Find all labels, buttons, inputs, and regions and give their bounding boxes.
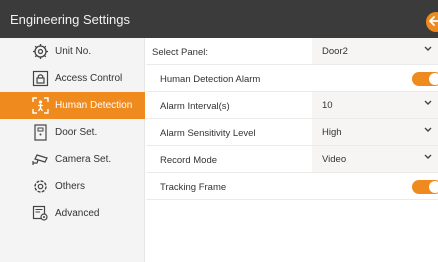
sidebar-item-label: Unit No. <box>55 46 92 57</box>
tracking-frame-label: Tracking Frame <box>160 182 227 193</box>
sidebar-item-access-control[interactable]: Access Control <box>0 65 145 92</box>
sensitivity-dropdown[interactable]: High <box>312 119 438 145</box>
chevron-down-icon <box>424 100 432 105</box>
alarm-interval-value: 10 <box>322 100 333 111</box>
alarm-interval-dropdown[interactable]: 10 <box>312 92 438 118</box>
toggle-knob <box>429 181 438 193</box>
sensitivity-label: Alarm Sensitivity Level <box>160 128 256 139</box>
sidebar-item-label: Others <box>55 181 86 192</box>
human-detection-icon <box>32 97 49 114</box>
toggle-knob <box>429 73 438 85</box>
chevron-down-icon <box>424 46 432 51</box>
sidebar-item-label: Door Set. <box>55 127 98 138</box>
title-bar: Engineering Settings <box>0 0 438 38</box>
sensitivity-value: High <box>322 127 342 138</box>
settings-panel: Select Panel: Door2 Human Detection Alar… <box>146 38 438 262</box>
chevron-down-icon <box>424 127 432 132</box>
select-panel-row: Select Panel: Door2 <box>146 38 438 65</box>
alarm-interval-label: Alarm Interval(s) <box>160 101 230 112</box>
camera-icon <box>32 154 48 165</box>
human-detection-alarm-label: Human Detection Alarm <box>160 74 261 85</box>
sidebar-item-human-detection[interactable]: Human Detection <box>0 92 145 119</box>
gear-icon <box>34 180 47 193</box>
sidebar-item-camera-set[interactable]: Camera Set. <box>0 146 145 173</box>
advanced-settings-icon <box>32 205 48 221</box>
tracking-frame-row: Tracking Frame <box>146 173 438 200</box>
page-title: Engineering Settings <box>10 12 130 27</box>
door-icon <box>34 124 47 141</box>
sidebar: Unit No. Access Control Human Detection … <box>0 38 145 262</box>
select-panel-label: Select Panel: <box>152 47 208 58</box>
human-detection-alarm-row: Human Detection Alarm <box>146 65 438 92</box>
sidebar-item-others[interactable]: Others <box>0 173 145 200</box>
sidebar-item-label: Camera Set. <box>55 154 112 165</box>
sidebar-item-label: Advanced <box>55 208 100 219</box>
back-arrow-icon <box>429 16 438 26</box>
alarm-interval-row: Alarm Interval(s) 10 <box>146 92 438 119</box>
select-panel-dropdown[interactable]: Door2 <box>312 38 438 64</box>
human-detection-alarm-toggle[interactable] <box>412 72 438 86</box>
sensitivity-row: Alarm Sensitivity Level High <box>146 119 438 146</box>
unit-number-icon <box>33 44 48 59</box>
record-mode-row: Record Mode Video <box>146 146 438 173</box>
lock-icon <box>32 70 49 87</box>
chevron-down-icon <box>424 154 432 159</box>
back-button[interactable] <box>426 12 438 32</box>
sidebar-item-door-set[interactable]: Door Set. <box>0 119 145 146</box>
tracking-frame-toggle[interactable] <box>412 180 438 194</box>
sidebar-item-advanced[interactable]: Advanced <box>0 200 145 227</box>
record-mode-value: Video <box>322 154 347 165</box>
record-mode-dropdown[interactable]: Video <box>312 146 438 172</box>
record-mode-label: Record Mode <box>160 155 218 166</box>
select-panel-value: Door2 <box>322 46 348 57</box>
sidebar-item-label: Human Detection <box>55 100 133 111</box>
sidebar-item-label: Access Control <box>55 73 123 84</box>
sidebar-item-unit-no[interactable]: Unit No. <box>0 38 145 65</box>
